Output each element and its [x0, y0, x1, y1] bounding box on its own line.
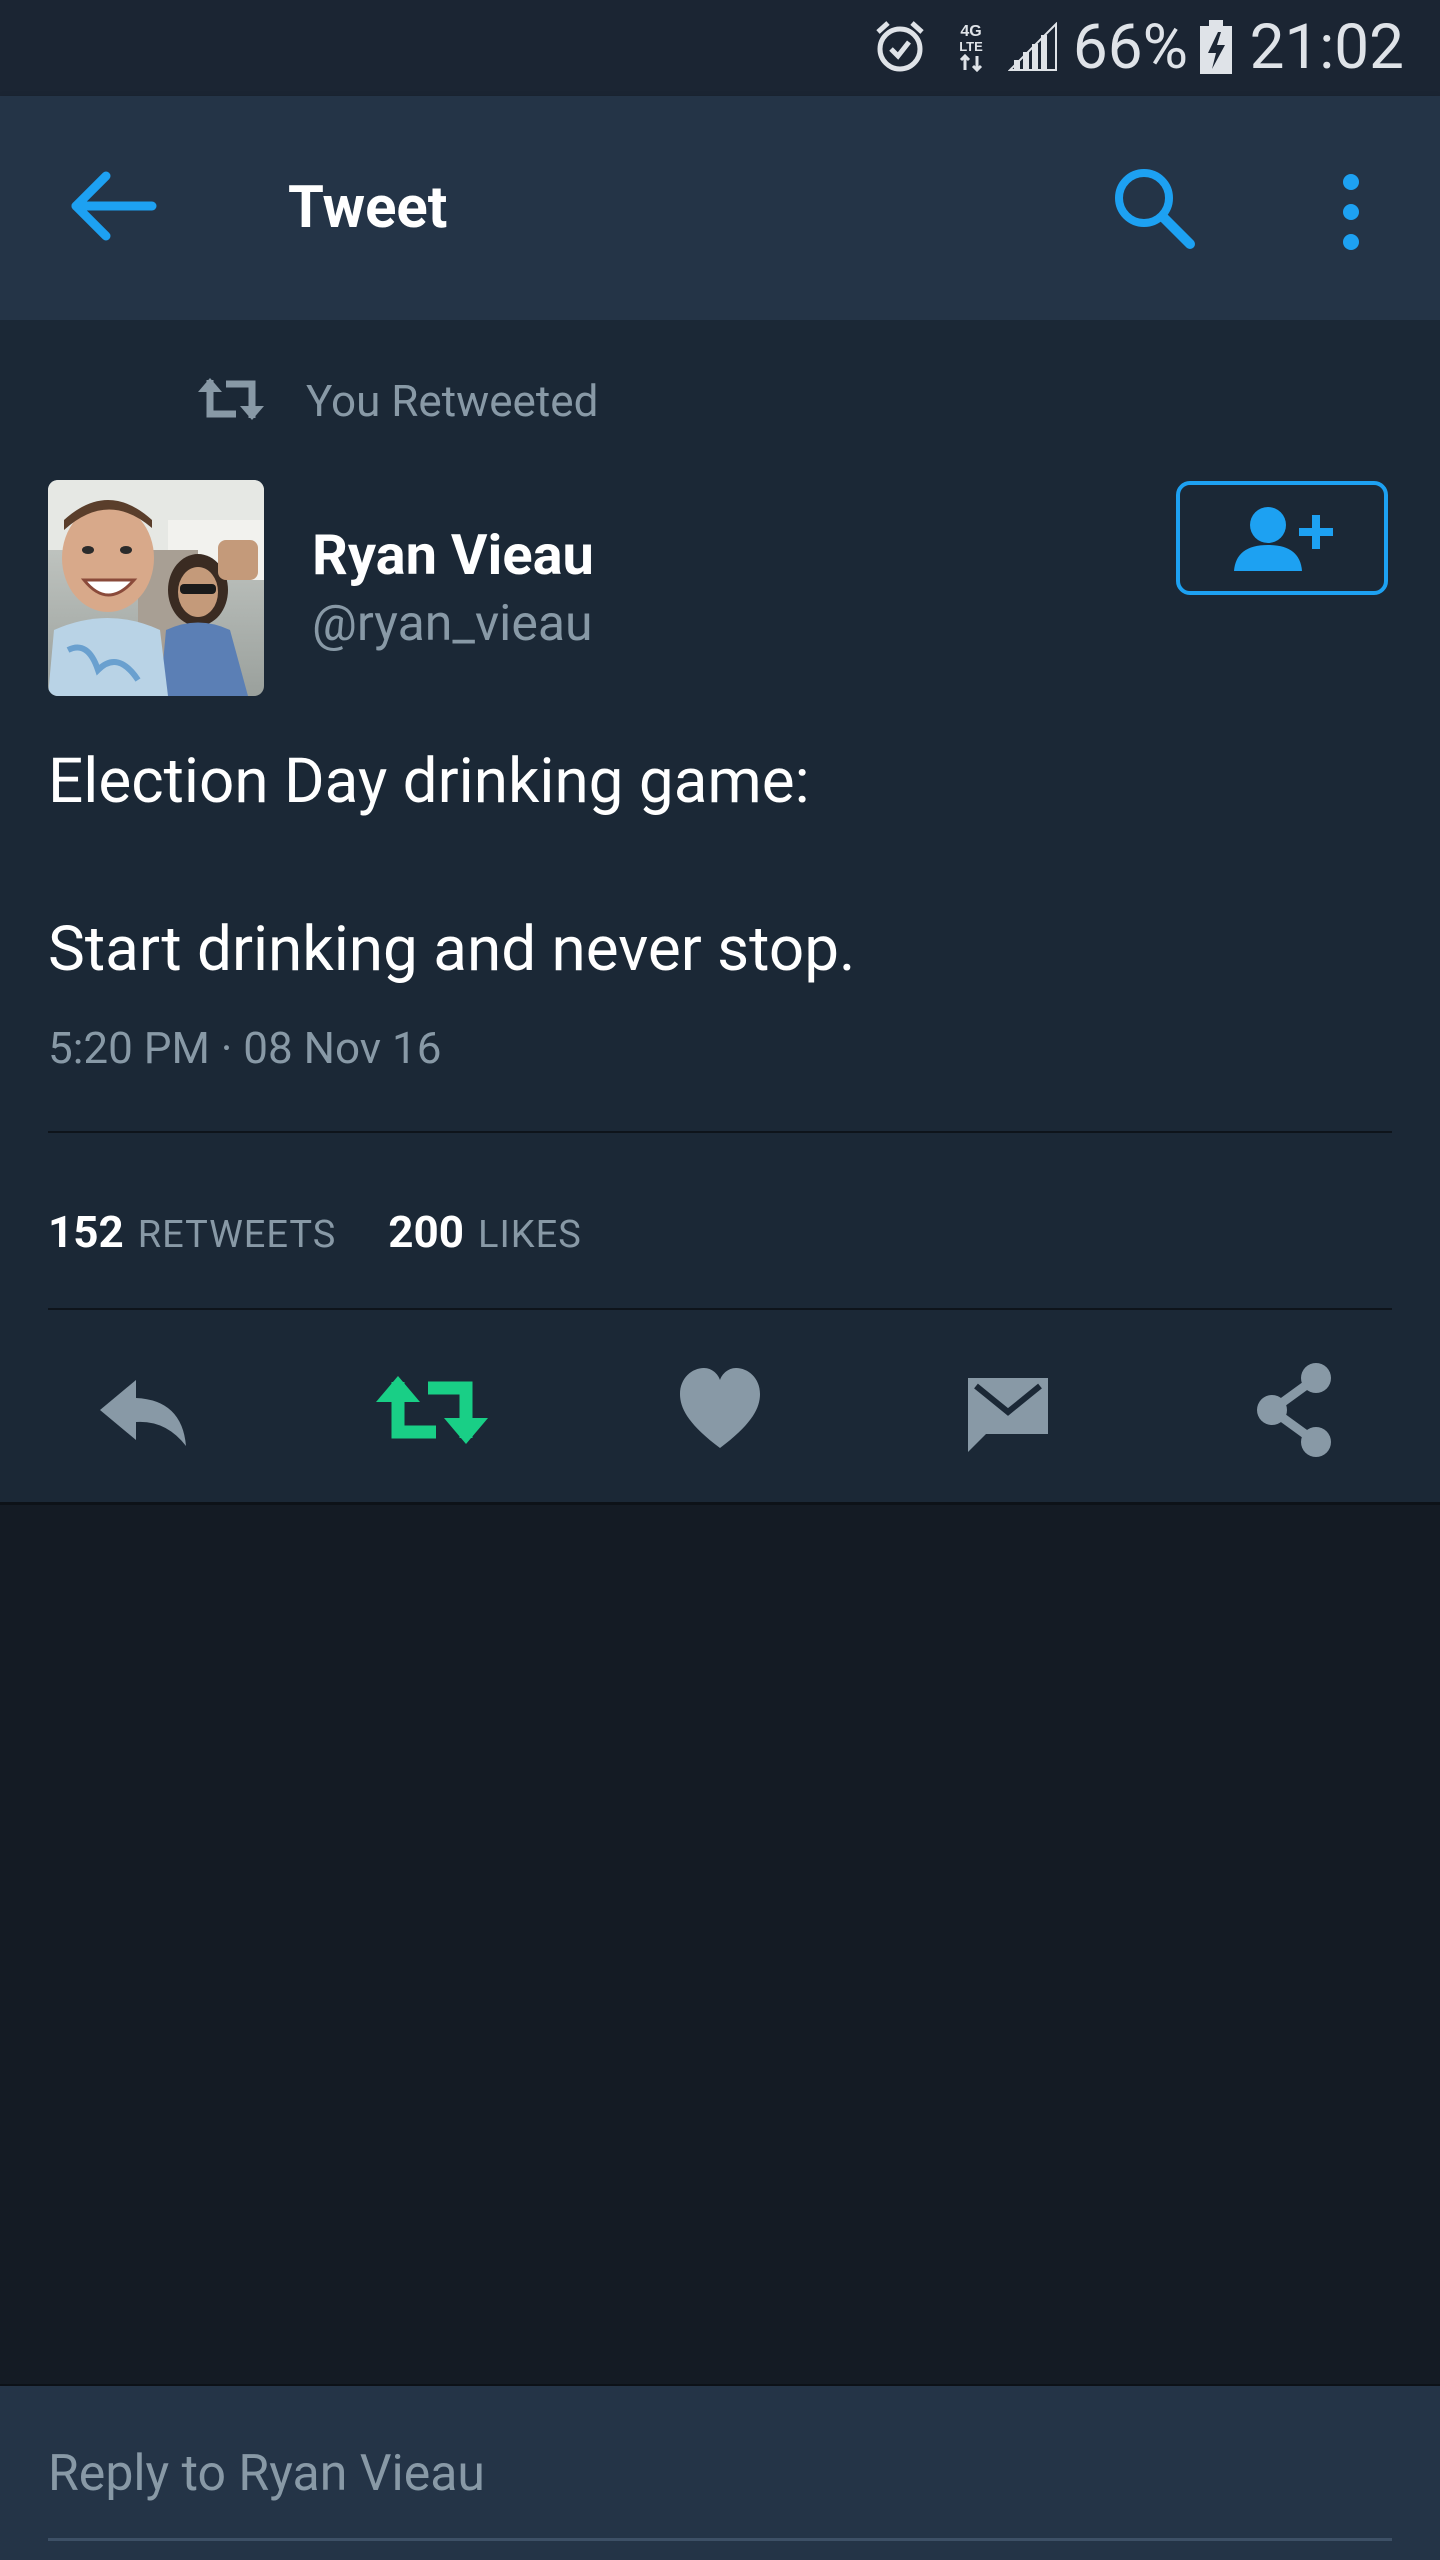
alarm-icon — [876, 21, 924, 72]
divider — [48, 1308, 1392, 1310]
retweet-context-label: You Retweeted — [306, 375, 599, 427]
tweet-text: Election Day drinking game: Start drinki… — [48, 740, 1392, 992]
tweet-timestamp: 5:20 PM · 08 Nov 16 — [48, 1022, 442, 1074]
reply-input-underline — [48, 2538, 1392, 2541]
tweet-text-line-2: Start drinking and never stop. — [48, 913, 856, 986]
overflow-menu-icon[interactable] — [1318, 172, 1384, 252]
back-arrow-icon[interactable] — [68, 166, 160, 246]
network-4g-icon: 4G LTE — [959, 23, 983, 72]
reply-icon[interactable] — [96, 1360, 192, 1460]
author-name[interactable]: Ryan Vieau — [312, 520, 594, 590]
follow-button[interactable] — [1176, 481, 1388, 595]
likes-count: 200 — [388, 1206, 464, 1258]
status-time: 21:02 — [1249, 11, 1404, 84]
toolbar: Tweet — [0, 96, 1440, 320]
add-user-icon — [1234, 507, 1333, 571]
status-bar: 4G LTE 66% 21:02 — [0, 0, 1440, 96]
search-icon[interactable] — [1108, 162, 1198, 252]
retweets-label: RETWEETS — [137, 1213, 337, 1257]
retweet-icon[interactable] — [374, 1360, 490, 1460]
avatar[interactable] — [48, 480, 264, 696]
retweets-count: 152 — [48, 1206, 124, 1258]
reply-bar: Reply to Ryan Vieau — [0, 2384, 1440, 2560]
likes-stat[interactable]: 200 LIKES — [340, 1206, 582, 1258]
battery-percentage: 66% — [1072, 11, 1188, 84]
share-icon[interactable] — [1252, 1360, 1336, 1460]
retweet-context-icon — [198, 378, 264, 420]
reply-input[interactable]: Reply to Ryan Vieau — [48, 2442, 485, 2506]
page-title: Tweet — [288, 174, 448, 242]
divider — [48, 1131, 1392, 1133]
screen: 4G LTE 66% 21:02 Tweet You Retweeted Rya… — [0, 0, 1440, 2560]
tweet-detail: You Retweeted Ryan Vieau @ryan_vieau Ele… — [0, 320, 1440, 1505]
like-icon[interactable] — [678, 1360, 762, 1460]
battery-charging-icon — [1200, 20, 1232, 74]
author-handle[interactable]: @ryan_vieau — [312, 592, 593, 656]
retweets-stat[interactable]: 152 RETWEETS — [48, 1206, 340, 1258]
svg-text:LTE: LTE — [959, 39, 983, 54]
direct-message-icon[interactable] — [966, 1360, 1050, 1460]
svg-text:4G: 4G — [960, 23, 981, 40]
signal-icon — [1008, 22, 1057, 71]
likes-label: LIKES — [478, 1213, 582, 1257]
tweet-stats: 152 RETWEETS 200 LIKES — [48, 1196, 582, 1268]
tweet-text-line-1: Election Day drinking game: — [48, 745, 810, 818]
